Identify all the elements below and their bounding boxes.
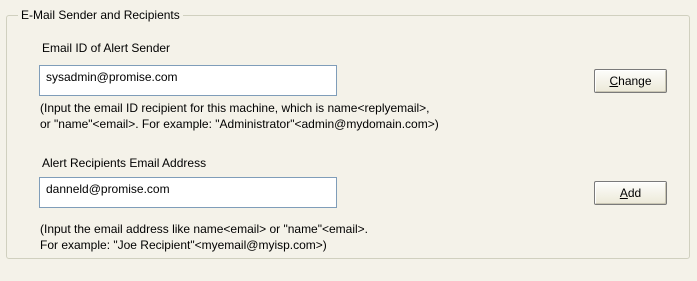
change-button[interactable]: Change xyxy=(594,69,667,93)
recipients-hint-line1: (Input the email address like name<email… xyxy=(40,222,369,236)
recipient-email-input[interactable]: danneld@promise.com xyxy=(39,177,337,208)
sender-hint-line2: or "name"<email>. For example: "Administ… xyxy=(40,117,439,131)
sender-hint-line1: (Input the email ID recipient for this m… xyxy=(40,101,430,115)
add-button[interactable]: Add xyxy=(594,181,667,205)
change-button-mnemonic: C xyxy=(609,74,619,88)
sender-label: Email ID of Alert Sender xyxy=(42,41,171,55)
recipients-hint: (Input the email address like name<email… xyxy=(40,221,368,253)
recipients-hint-line2: For example: "Joe Recipient"<myemail@myi… xyxy=(40,238,327,252)
sender-email-input[interactable]: sysadmin@promise.com xyxy=(39,65,337,96)
recipients-label: Alert Recipients Email Address xyxy=(42,156,207,170)
sender-hint: (Input the email ID recipient for this m… xyxy=(40,100,439,132)
change-button-label: hange xyxy=(618,74,652,88)
add-button-label: dd xyxy=(627,186,642,200)
add-button-mnemonic: A xyxy=(619,186,628,200)
group-title: E-Mail Sender and Recipients xyxy=(18,8,183,23)
